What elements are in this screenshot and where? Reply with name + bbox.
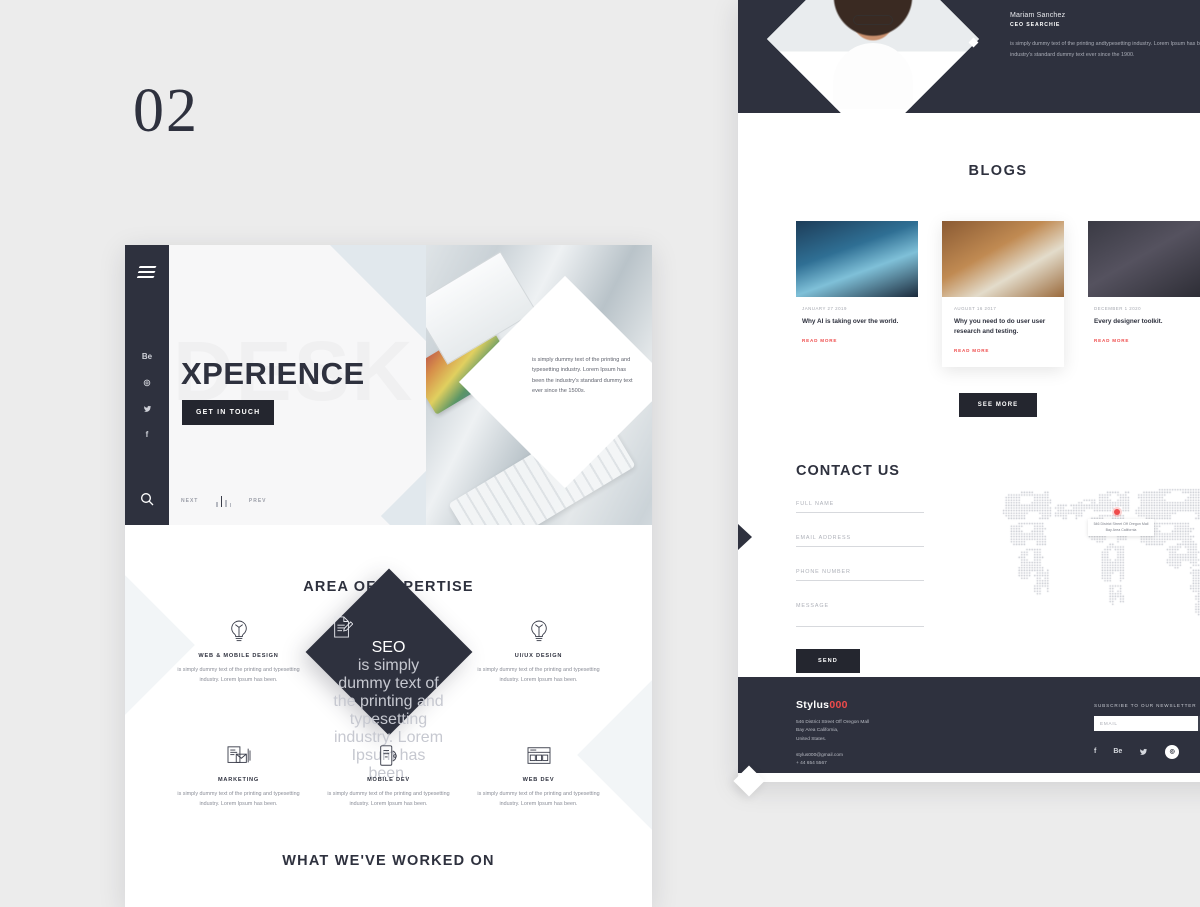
hero-diamond-text: is simply dummy text of the printing and… [532, 357, 633, 395]
blog-thumbnail [1088, 221, 1200, 297]
expertise-card-mobile-dev[interactable]: MOBILE DEV is simply dummy text of the p… [314, 739, 464, 809]
blog-title: Why AI is taking over the world. [802, 318, 899, 325]
expertise-card-seo[interactable]: SEO is simply dummy text of the printing… [305, 568, 472, 782]
worked-on-title: WHAT WE'VE WORKED ON [282, 853, 495, 869]
browser-window-icon [472, 739, 606, 773]
blogs-section: BLOGS JANUARY 27 2019 Why AI is taking o… [738, 113, 1200, 417]
behance-icon[interactable]: Be [1113, 748, 1122, 755]
expertise-card-desc: is simply dummy text of the printing and… [477, 667, 600, 683]
stylus-logo[interactable] [136, 265, 157, 281]
expertise-card-title: WEB & MOBILE DESIGN [198, 653, 279, 659]
newsletter-email-input[interactable] [1094, 715, 1199, 731]
expertise-card-title: SEO [371, 639, 406, 656]
blog-thumbnail [796, 221, 918, 297]
left-page-mockup: DESK is simply dummy text of the printin… [125, 245, 652, 907]
map-location-pin-icon[interactable] [1114, 508, 1120, 515]
expertise-row-1: WEB & MOBILE DESIGN is simply dummy text… [125, 568, 652, 782]
expertise-card-web-dev[interactable]: WEB DEV is simply dummy text of the prin… [464, 739, 614, 809]
send-button[interactable]: SEND [796, 648, 860, 673]
mobile-gear-icon [322, 739, 456, 773]
expertise-card-desc: is simply dummy text of the printing and… [327, 791, 450, 807]
testimonial-body: Mariam Sanchez CEO SEARCHIE is simply du… [1010, 12, 1200, 60]
sidebar-socials: Be ◎ f [125, 350, 169, 442]
blog-date: AUGUST 16 2017 [954, 306, 997, 311]
dribbble-icon[interactable]: ◎ [1165, 744, 1180, 759]
blog-card[interactable]: AUGUST 16 2017 Why you need to do user u… [942, 221, 1064, 367]
footer-phone: + 44 654 5567 [796, 761, 827, 767]
email-input[interactable] [796, 522, 924, 547]
hero-section: DESK is simply dummy text of the printin… [125, 245, 652, 525]
blogs-title: BLOGS [968, 163, 1028, 179]
slider-next-button[interactable]: NEXT [181, 498, 198, 504]
expertise-card-web-mobile-design[interactable]: WEB & MOBILE DESIGN is simply dummy text… [164, 615, 314, 685]
expertise-card-desc: is simply dummy text of the printing and… [177, 667, 300, 683]
blog-title: Every designer toolkit. [1094, 318, 1163, 325]
map-address-tooltip: 546 District Street Off Oregon Mall Bay … [1088, 518, 1154, 537]
blog-read-more-link[interactable]: READ MORE [1094, 338, 1200, 343]
see-more-button[interactable]: SEE MORE [958, 392, 1038, 417]
presentation-canvas: 02 DESK is simply dummy text of the prin… [0, 0, 1200, 907]
expertise-card-desc: is simply dummy text of the printing and… [177, 791, 300, 807]
world-dot-map: 546 District Street Off Oregon Mall Bay … [988, 468, 1200, 639]
page-number: 02 [133, 77, 199, 145]
expertise-card-title: UI/UX DESIGN [514, 653, 563, 659]
blog-date: DECEMBER 1 2020 [1094, 306, 1142, 311]
lightbulb-icon [172, 615, 306, 649]
testimonial-quote: is simply dummy text of the printing and… [1010, 41, 1200, 58]
phone-input[interactable] [796, 556, 924, 581]
expertise-section: AREA OF EXPERTISE WEB & MOBILE DESIGN is… [125, 525, 652, 907]
blog-date: JANUARY 27 2019 [802, 306, 847, 311]
expertise-card-marketing[interactable]: MARKETING is simply dummy text of the pr… [164, 739, 314, 809]
footer-section: Stylus000 546 District Street Off Oregon… [738, 676, 1200, 773]
get-in-touch-button[interactable]: GET IN TOUCH [182, 400, 275, 425]
mail-documents-icon [172, 739, 306, 773]
footer-logo-main: Stylus [796, 698, 830, 711]
lightbulb-icon [472, 615, 606, 649]
twitter-icon[interactable] [1139, 748, 1148, 756]
hero-slider-controls: NEXT PREV [181, 495, 267, 507]
newsletter-block: SUBSCRIBE TO OUR NEWSLETTER SUBSCRIBE f … [1094, 703, 1200, 759]
glasses-icon [853, 14, 893, 25]
blog-card[interactable]: JANUARY 27 2019 Why AI is taking over th… [796, 221, 918, 367]
slider-progress-bars[interactable] [216, 495, 231, 507]
blog-card[interactable]: DECEMBER 1 2020 Every designer toolkit. … [1088, 221, 1200, 367]
blogs-list: JANUARY 27 2019 Why AI is taking over th… [738, 221, 1200, 367]
expertise-card-title: MARKETING [217, 777, 260, 783]
expertise-row-2: MARKETING is simply dummy text of the pr… [125, 739, 652, 809]
slider-prev-button[interactable]: PREV [249, 498, 267, 504]
footer-socials: f Be ◎ [1094, 744, 1200, 759]
contact-section: CONTACT US SEND 546 District Street Off … [738, 416, 1200, 677]
footer-logo-accent: 000 [829, 698, 848, 711]
dribbble-icon[interactable]: ◎ [140, 376, 154, 390]
document-pencil-icon [331, 615, 447, 639]
message-input[interactable] [796, 590, 924, 627]
expertise-card-title: MOBILE DEV [367, 777, 410, 783]
expertise-card-title: WEB DEV [522, 777, 555, 783]
expertise-card-desc: is simply dummy text of the printing and… [477, 791, 600, 807]
behance-icon[interactable]: Be [140, 350, 154, 364]
right-page-mockup: Mariam Sanchez CEO SEARCHIE is simply du… [738, 0, 1200, 782]
testimonial-role: CEO SEARCHIE [1010, 22, 1061, 28]
blog-title: Why you need to do user user research an… [954, 318, 1046, 335]
blog-thumbnail [942, 221, 1064, 297]
facebook-icon[interactable]: f [1094, 748, 1096, 755]
fullname-input[interactable] [796, 488, 924, 513]
blog-read-more-link[interactable]: READ MORE [948, 348, 1064, 353]
left-sidebar: Be ◎ f [125, 245, 169, 525]
newsletter-label: SUBSCRIBE TO OUR NEWSLETTER [1094, 702, 1197, 708]
expertise-card-uiux-design[interactable]: UI/UX DESIGN is simply dummy text of the… [464, 615, 614, 685]
testimonial-photo-diamond [766, 0, 980, 113]
twitter-icon[interactable] [140, 402, 154, 416]
testimonial-author: Mariam Sanchez [1010, 12, 1066, 19]
blog-read-more-link[interactable]: READ MORE [802, 338, 918, 343]
search-icon[interactable] [139, 491, 155, 507]
testimonial-section: Mariam Sanchez CEO SEARCHIE is simply du… [738, 0, 1200, 113]
facebook-icon[interactable]: f [140, 428, 154, 442]
hero-title: XPERIENCE [181, 356, 365, 391]
page-next-arrow-icon[interactable] [738, 524, 752, 550]
